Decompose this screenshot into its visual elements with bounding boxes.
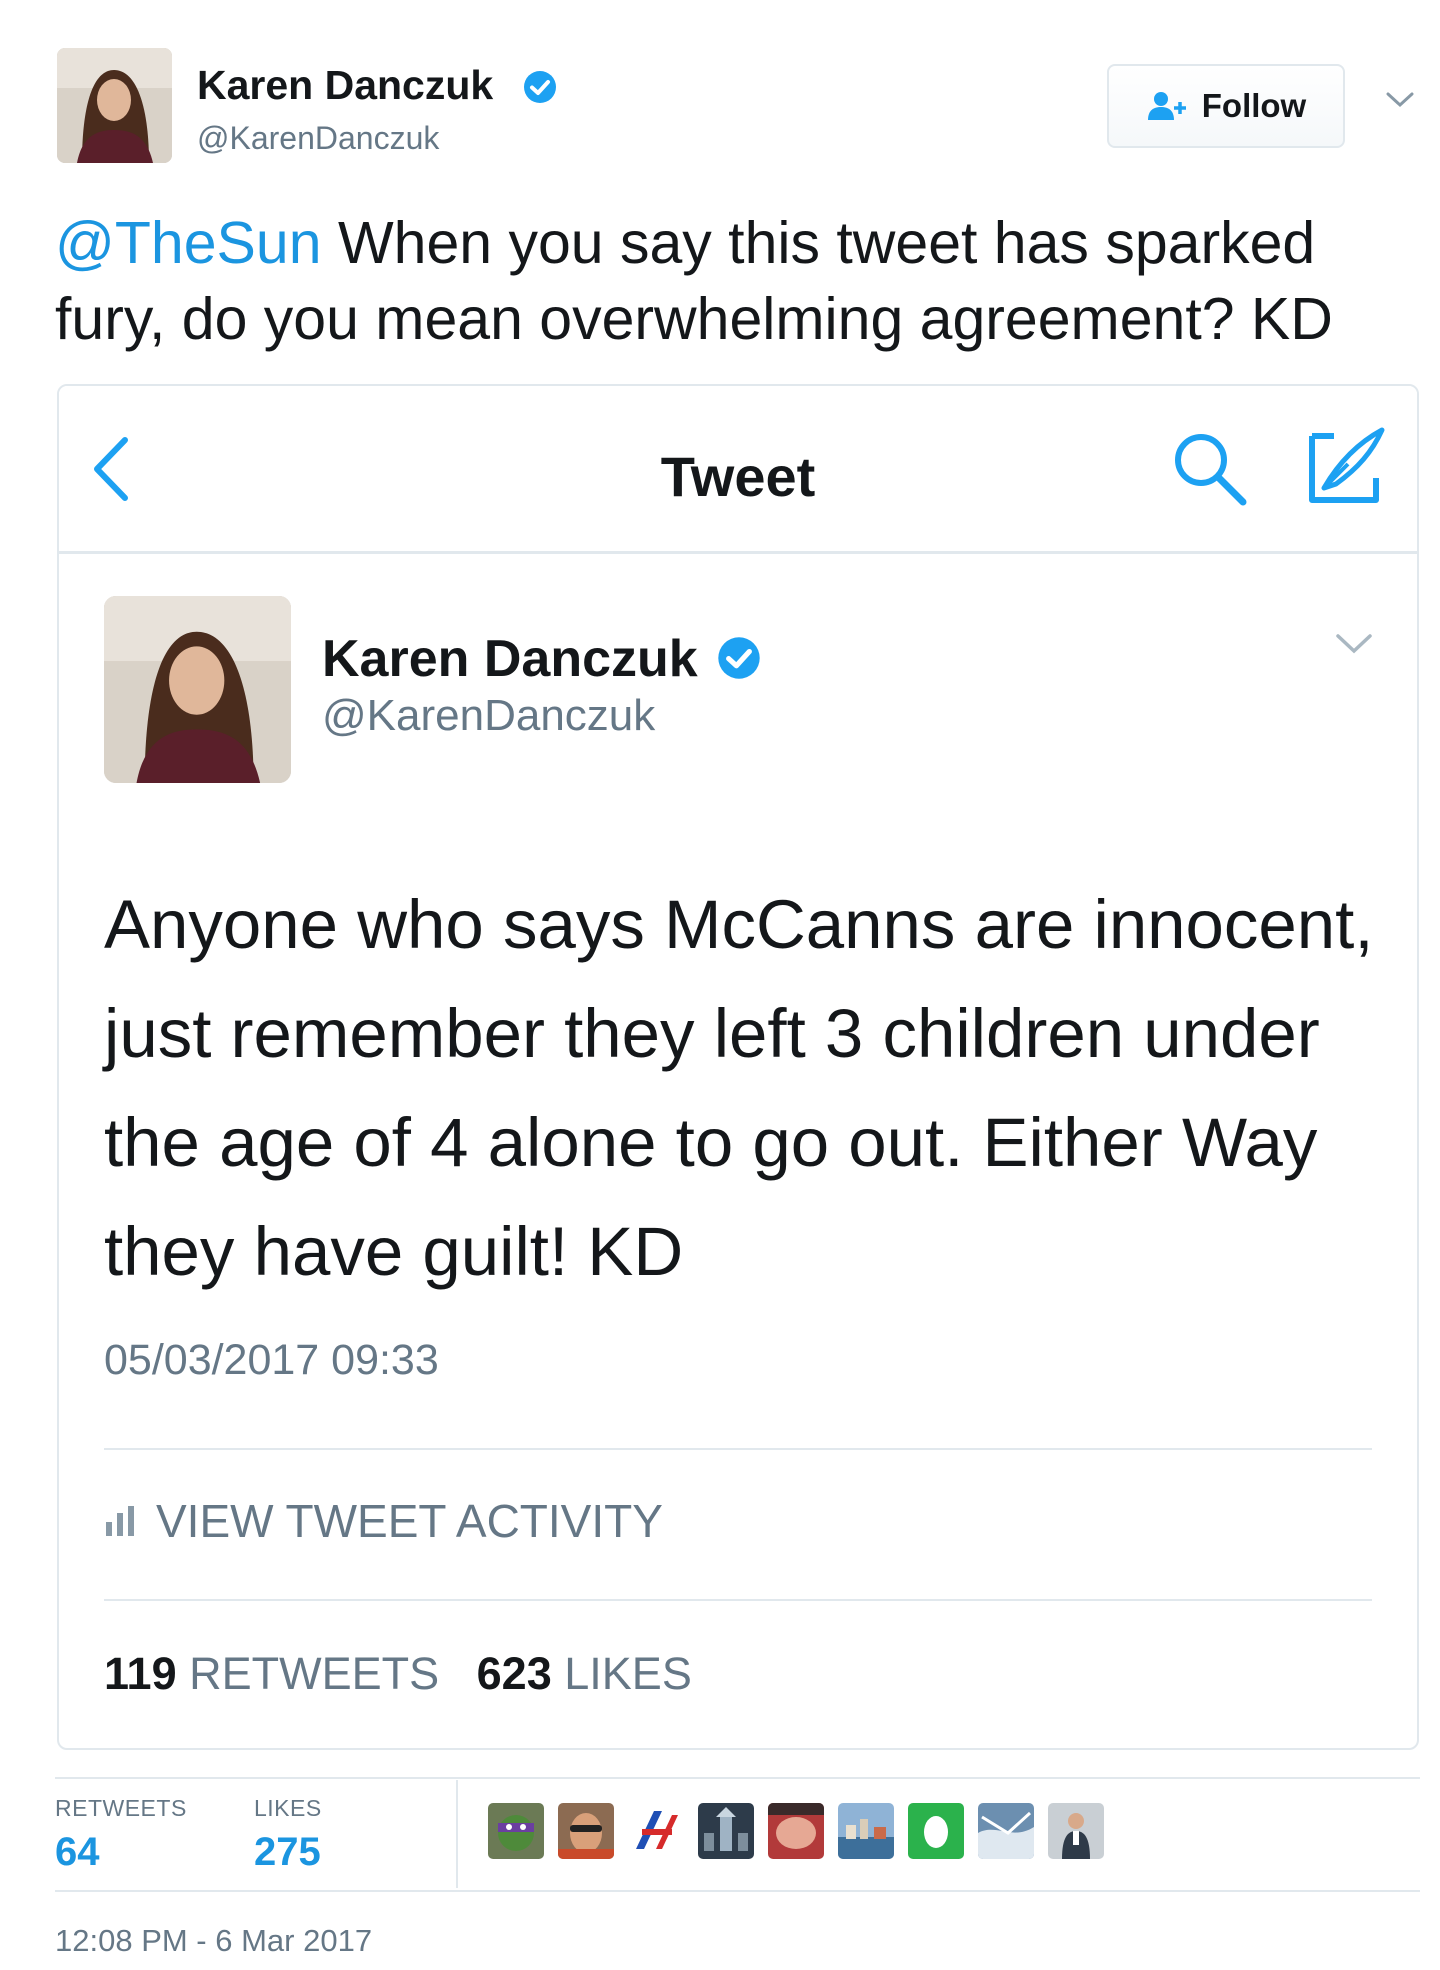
view-tweet-activity: VIEW TWEET ACTIVITY: [104, 1494, 663, 1548]
building-avatar[interactable]: [698, 1803, 754, 1859]
screenshot-author-handle: @KarenDanczuk: [322, 691, 656, 740]
tweet-text: @TheSun When you say this tweet has spar…: [55, 205, 1415, 357]
follow-button[interactable]: Follow: [1107, 64, 1345, 148]
activity-label: VIEW TWEET ACTIVITY: [156, 1495, 663, 1547]
embedded-screenshot[interactable]: Tweet Karen Danczuk @KarenDanczuk Anyone…: [57, 384, 1419, 1750]
follow-label: Follow: [1201, 87, 1307, 124]
screenshot-retweets-label: RETWEETS: [189, 1648, 440, 1699]
screenshot-chevron-down-icon: [1334, 631, 1374, 662]
man-face-avatar[interactable]: [558, 1803, 614, 1859]
divider: [456, 1780, 458, 1888]
screenshot-like-count: 623: [476, 1648, 552, 1699]
presenter-avatar[interactable]: [1048, 1803, 1104, 1859]
divider: [104, 1599, 1372, 1601]
bar-chart-icon: [106, 1506, 134, 1536]
retweets-count[interactable]: 64: [55, 1830, 100, 1875]
mention-link[interactable]: @TheSun: [55, 210, 322, 276]
harbour-avatar[interactable]: [838, 1803, 894, 1859]
screenshot-tweet-text: Anyone who says McCanns are innocent, ju…: [104, 886, 1374, 1290]
compose-icon: [1304, 424, 1388, 513]
author-name[interactable]: Karen Danczuk: [197, 62, 493, 109]
author-photo: [57, 48, 172, 163]
tweet-timestamp[interactable]: 12:08 PM - 6 Mar 2017: [55, 1923, 372, 1959]
liker-avatars: [488, 1803, 1104, 1859]
screenshot-engagement-stats: 119 RETWEETS 623 LIKES: [104, 1648, 692, 1700]
screenshot-likes-label: LIKES: [564, 1648, 692, 1699]
screenshot-verified-badge-icon: [717, 636, 761, 685]
likes-label: LIKES: [254, 1795, 322, 1821]
screenshot-author-avatar: [104, 596, 291, 783]
divider: [104, 1448, 1372, 1450]
screenshot-author-name: Karen Danczuk: [322, 630, 698, 688]
sky-avatar[interactable]: [978, 1803, 1034, 1859]
chevron-down-icon[interactable]: [1385, 90, 1415, 115]
screenshot-timestamp: 05/03/2017 09:33: [104, 1336, 439, 1384]
author-handle[interactable]: @KarenDanczuk: [197, 120, 439, 157]
author-avatar[interactable]: [57, 48, 172, 163]
turtle-avatar[interactable]: [488, 1803, 544, 1859]
likes-count[interactable]: 275: [254, 1830, 321, 1875]
retweets-label: RETWEETS: [55, 1795, 187, 1821]
search-icon: [1169, 428, 1251, 515]
follow-user-icon: [1147, 92, 1186, 120]
divider: [55, 1777, 1420, 1779]
flag-logo-avatar[interactable]: [628, 1803, 684, 1859]
screenshot-nav-bar: Tweet: [59, 386, 1417, 554]
hand-avatar[interactable]: [768, 1803, 824, 1859]
verified-badge-icon: [523, 70, 557, 109]
screenshot-author-photo: [104, 596, 291, 783]
divider: [55, 1890, 1420, 1892]
green-egg-avatar[interactable]: [908, 1803, 964, 1859]
screenshot-retweet-count: 119: [104, 1648, 177, 1699]
